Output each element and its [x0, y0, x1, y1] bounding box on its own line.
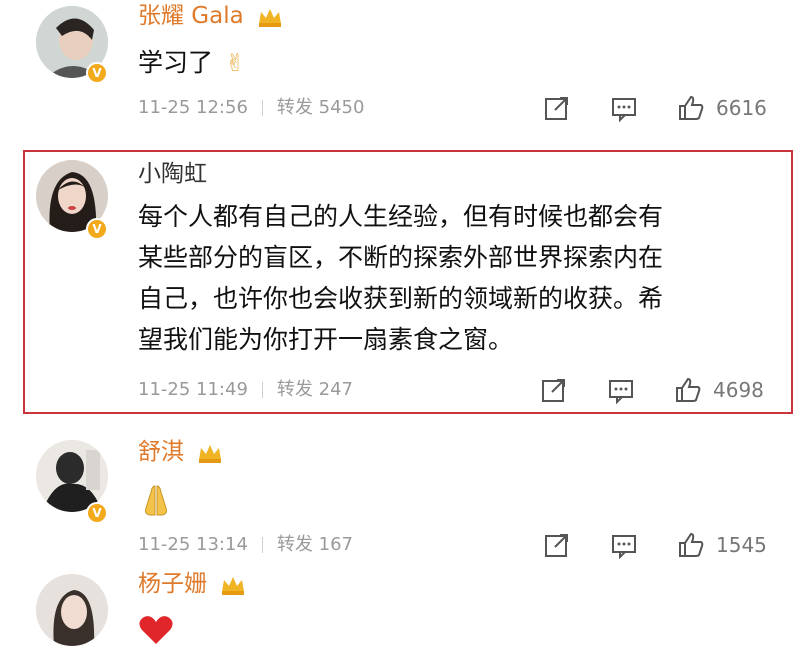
victory-hand-icon: ✌ — [224, 49, 246, 77]
like-icon[interactable] — [677, 531, 705, 559]
share-icon[interactable] — [543, 94, 571, 122]
username[interactable]: 舒淇 — [138, 438, 223, 466]
comment-meta: 11-25 13:14 转发 167 — [138, 533, 353, 557]
crown-icon — [199, 444, 222, 463]
folded-hands-icon — [145, 485, 167, 516]
divider — [261, 537, 263, 553]
like-count: 1545 — [716, 533, 767, 557]
comment-meta: 11-25 12:56 转发 5450 — [138, 96, 364, 120]
like-count: 6616 — [716, 96, 767, 120]
comment-icon[interactable] — [610, 531, 638, 559]
comment-item: V 舒淇 11-25 13:14 转发 167 1545 — [0, 430, 799, 565]
comment-date: 11-25 11:49 — [138, 379, 248, 400]
comment-item: 杨子姗 — [0, 568, 799, 646]
comment-text: 每个人都有自己的人生经验，但有时候也都会有 某些部分的盲区，不断的探索外部世界探… — [138, 202, 664, 354]
divider — [261, 100, 263, 116]
like-icon[interactable] — [674, 376, 702, 404]
verified-badge-icon: V — [86, 502, 108, 524]
username[interactable]: 张耀 Gala — [138, 2, 283, 30]
verified-badge-icon: V — [86, 218, 108, 240]
avatar[interactable] — [36, 574, 108, 646]
comment-text: 学习了 ✌ — [138, 48, 246, 77]
comment-item: V 小陶虹 每个人都有自己的人生经验，但有时候也都会有 某些部分的盲区，不断的探… — [0, 150, 799, 414]
comment-date: 11-25 13:14 — [138, 534, 248, 555]
username[interactable]: 小陶虹 — [138, 160, 207, 188]
username[interactable]: 杨子姗 — [138, 570, 246, 598]
crown-icon — [222, 576, 245, 595]
repost-count[interactable]: 转发 5450 — [277, 97, 365, 118]
repost-count[interactable]: 转发 167 — [277, 534, 353, 555]
comment-icon[interactable] — [610, 94, 638, 122]
crown-icon — [259, 8, 282, 27]
red-heart-icon — [139, 616, 173, 644]
verified-badge-icon: V — [86, 62, 108, 84]
like-count: 4698 — [713, 378, 764, 402]
comment-icon[interactable] — [607, 376, 635, 404]
divider — [261, 382, 263, 398]
comment-item: V 张耀 Gala 学习了 ✌ 11-25 12:56 转发 5450 6616 — [0, 0, 799, 130]
share-icon[interactable] — [540, 376, 568, 404]
share-icon[interactable] — [543, 531, 571, 559]
repost-count[interactable]: 转发 247 — [277, 379, 353, 400]
comment-date: 11-25 12:56 — [138, 97, 248, 118]
like-icon[interactable] — [677, 94, 705, 122]
comment-meta: 11-25 11:49 转发 247 — [138, 378, 353, 402]
